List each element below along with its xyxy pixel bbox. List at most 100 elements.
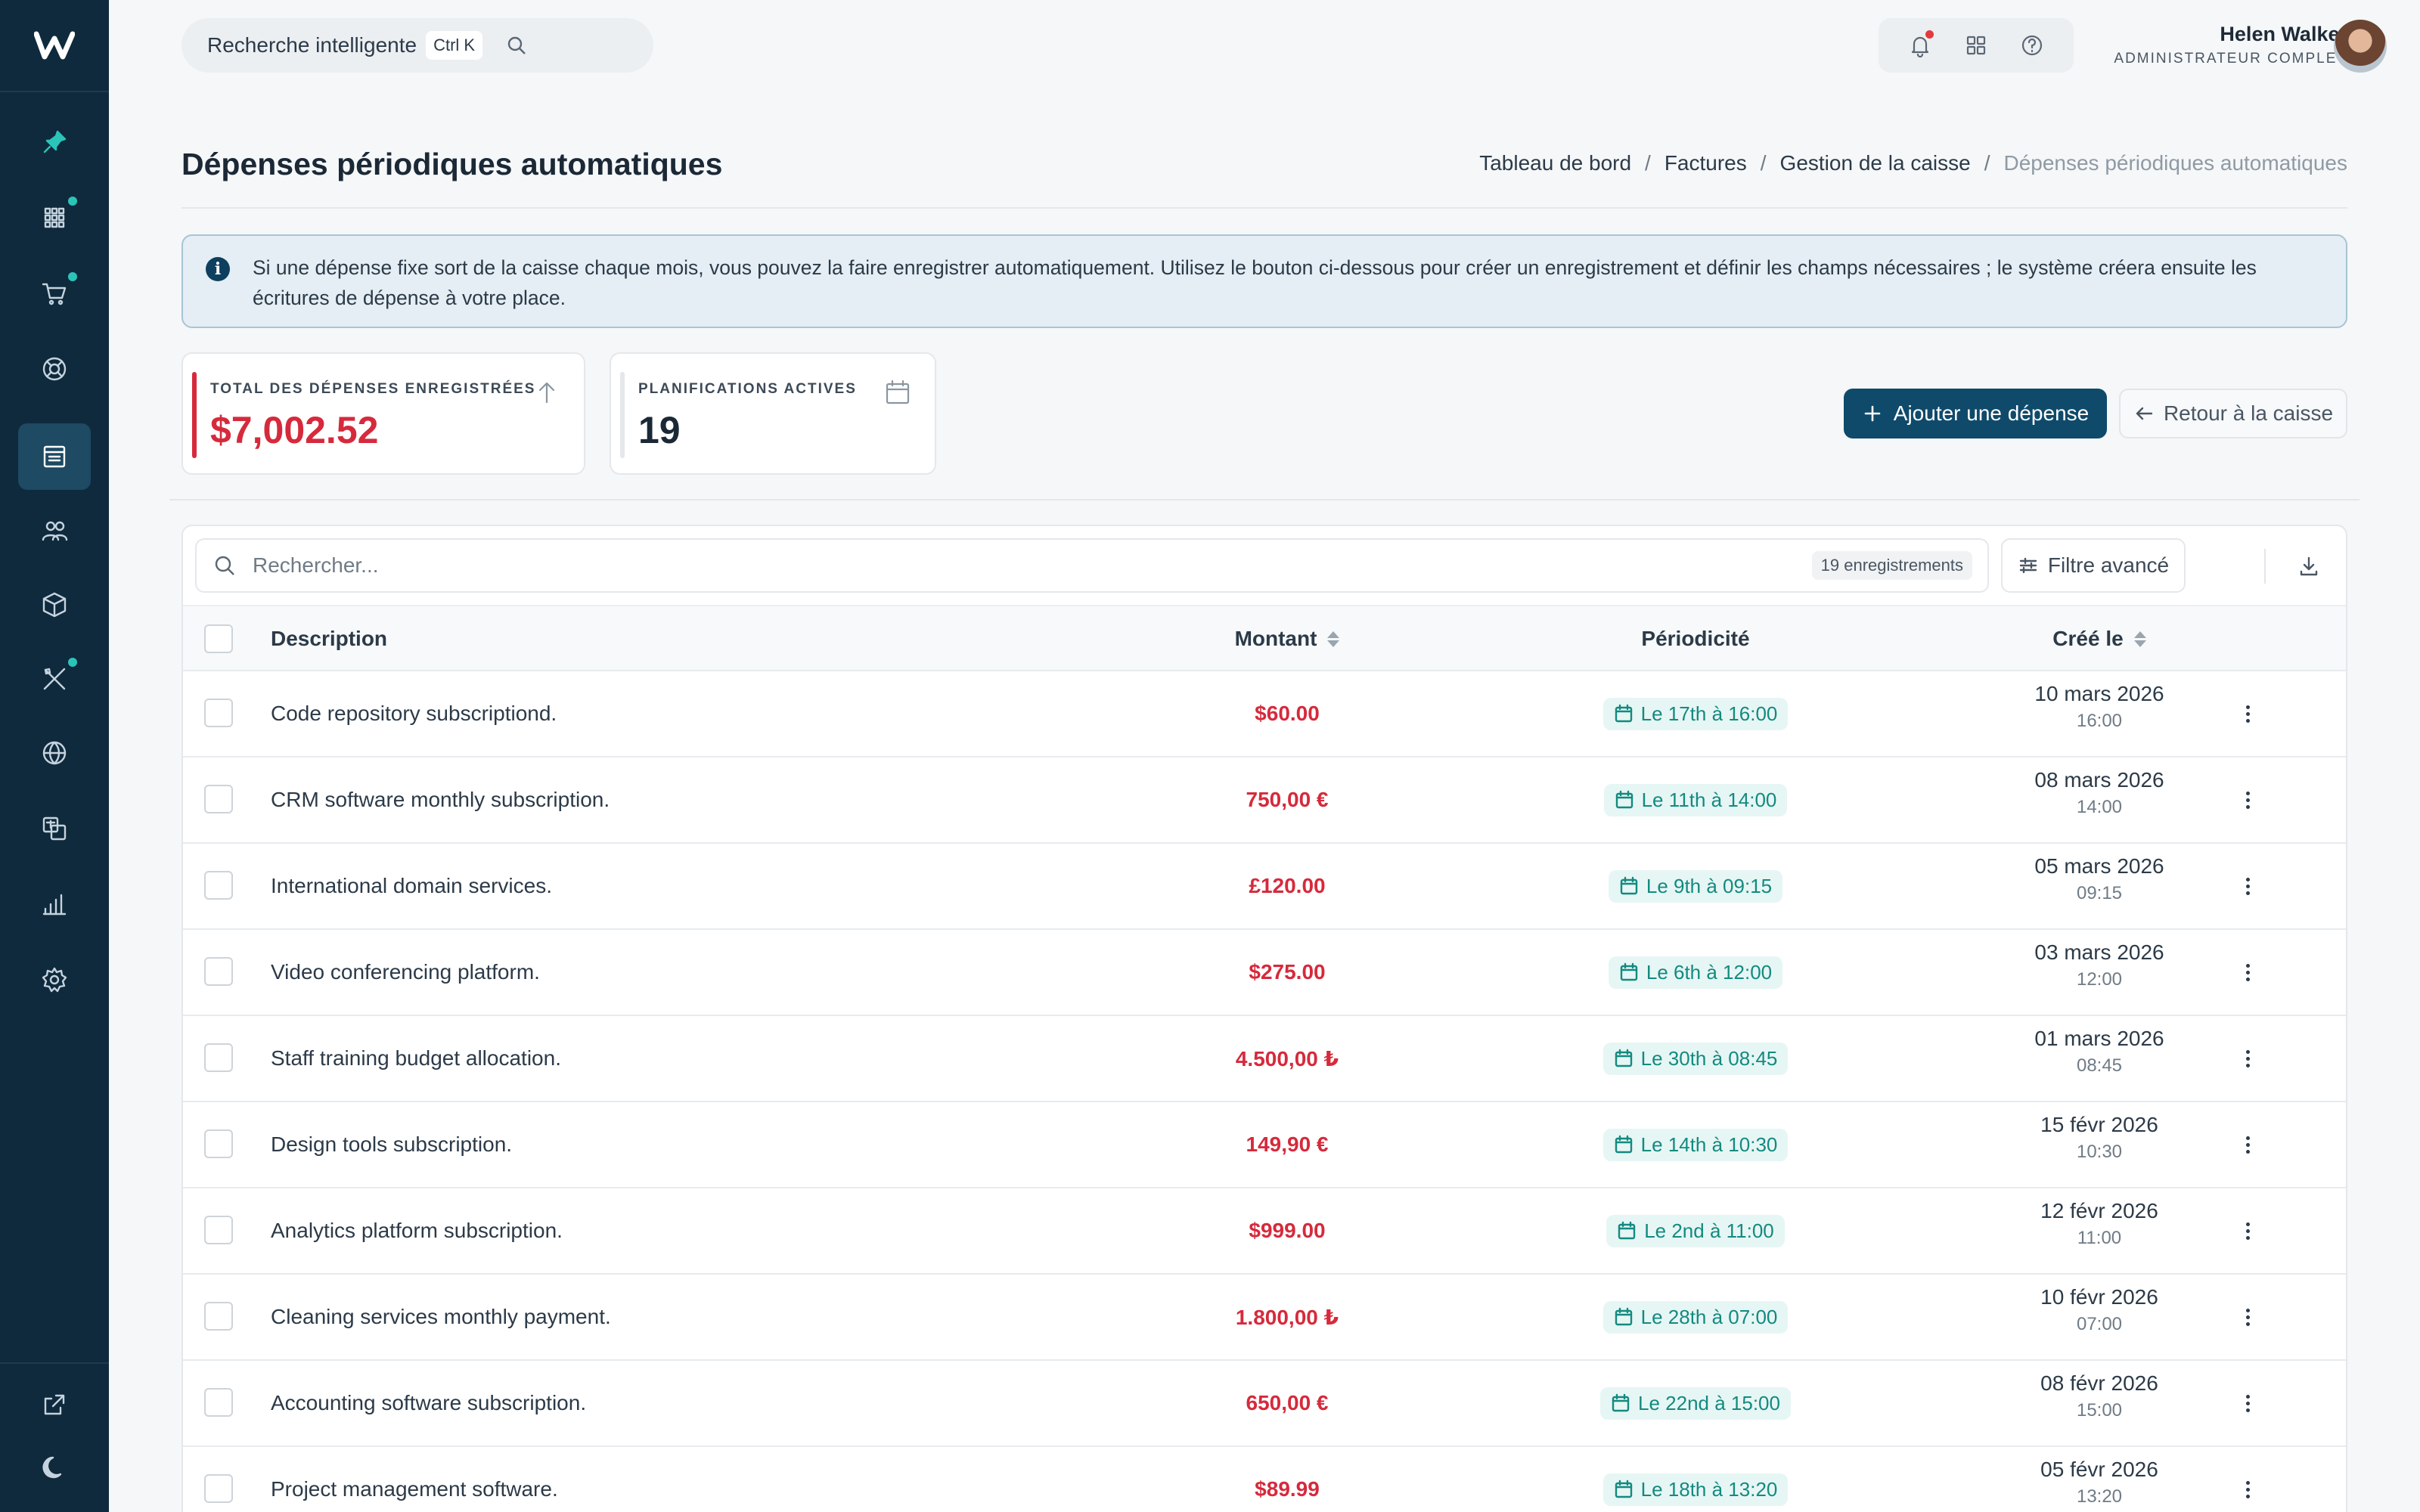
row-checkbox[interactable]	[204, 1388, 233, 1417]
stat-label: TOTAL DES DÉPENSES ENREGISTRÉES	[210, 381, 536, 397]
period-badge-label: Le 18th à 13:20	[1640, 1477, 1778, 1501]
select-all-checkbox[interactable]	[204, 624, 233, 653]
table-row[interactable]: Staff training budget allocation. 4.500,0…	[183, 1015, 2346, 1101]
breadcrumb-invoices[interactable]: Factures	[1665, 151, 1747, 175]
row-actions-menu-button[interactable]	[2231, 956, 2264, 989]
row-created: 01 mars 2026 08:45	[1986, 1027, 2213, 1077]
row-checkbox[interactable]	[204, 1216, 233, 1244]
stat-value: 19	[638, 409, 681, 451]
row-created-time: 09:15	[2076, 883, 2123, 903]
row-actions-menu-button[interactable]	[2231, 697, 2264, 730]
sidebar-item-cashbox[interactable]	[18, 423, 91, 490]
table-row[interactable]: Cleaning services monthly payment. 1.800,…	[183, 1273, 2346, 1359]
sidebar-item-users[interactable]	[18, 497, 91, 564]
table-row[interactable]: CRM software monthly subscription. 750,00…	[183, 756, 2346, 842]
users-icon	[42, 521, 68, 541]
cashbox-icon	[43, 445, 66, 468]
column-period-label: Périodicité	[1641, 627, 1750, 650]
row-created-time: 12:00	[2076, 969, 2123, 990]
table-search-input[interactable]: Rechercher... 19 enregistrements	[195, 538, 1989, 593]
sidebar-item-settings[interactable]	[18, 947, 91, 1013]
column-created[interactable]: Créé le	[1986, 606, 2213, 671]
row-created-date: 15 févr 2026	[2040, 1113, 2158, 1136]
table-row[interactable]: Project management software. $89.99 Le 18t…	[183, 1445, 2346, 1512]
table-row[interactable]: Design tools subscription. 149,90 € Le 14t…	[183, 1101, 2346, 1187]
period-badge: Le 18th à 13:20	[1602, 1473, 1789, 1506]
row-checkbox[interactable]	[204, 871, 233, 900]
sidebar-item-open-external[interactable]	[18, 1371, 91, 1438]
table-row[interactable]: International domain services. £120.00 Le …	[183, 842, 2346, 928]
row-cell-select	[204, 957, 233, 986]
table-row[interactable]: Code repository subscriptiond. $60.00 Le 1…	[183, 670, 2346, 756]
sidebar-item-apps[interactable]	[18, 184, 91, 251]
row-actions-menu-button[interactable]	[2231, 783, 2264, 816]
row-description: Project management software.	[271, 1477, 558, 1501]
row-amount: 1.800,00 ₺	[1235, 1305, 1339, 1329]
row-actions-menu-button[interactable]	[2231, 1473, 2264, 1506]
row-actions-menu-button[interactable]	[2231, 1042, 2264, 1075]
row-amount: $60.00	[1255, 702, 1320, 725]
user-name: Helen Walker	[2220, 23, 2347, 45]
w-logo-icon	[34, 31, 75, 60]
search-icon	[507, 36, 526, 54]
info-alert: i Si une dépense fixe sort de la caisse …	[182, 234, 2347, 328]
row-checkbox[interactable]	[204, 785, 233, 813]
sidebar-item-shop[interactable]	[18, 260, 91, 327]
calendar-icon	[886, 380, 910, 404]
row-actions-menu-button[interactable]	[2231, 869, 2264, 903]
calendar-icon	[1615, 1135, 1632, 1154]
sidebar-item-reports[interactable]	[18, 871, 91, 937]
notifications-button[interactable]	[1905, 30, 1935, 60]
row-actions-menu-button[interactable]	[2231, 1387, 2264, 1420]
sidebar-item-products[interactable]	[18, 572, 91, 638]
sidebar-item-support[interactable]	[18, 336, 91, 402]
row-actions-menu-button[interactable]	[2231, 1128, 2264, 1161]
row-checkbox[interactable]	[204, 1129, 233, 1158]
user-menu[interactable]: Helen Walker ADMINISTRATEUR COMPLET	[2114, 23, 2347, 67]
breadcrumb-cash-management[interactable]: Gestion de la caisse	[1780, 151, 1971, 175]
apps-button[interactable]	[1961, 30, 1991, 60]
period-badge-label: Le 2nd à 11:00	[1644, 1219, 1774, 1242]
row-created-time: 13:20	[2076, 1486, 2123, 1507]
row-checkbox[interactable]	[204, 1474, 233, 1503]
app-logo[interactable]	[0, 0, 109, 92]
table-row[interactable]: Accounting software subscription. 650,00 …	[183, 1359, 2346, 1445]
add-expense-button[interactable]: Ajouter une dépense	[1844, 389, 2107, 438]
period-badge-label: Le 22nd à 15:00	[1638, 1391, 1780, 1414]
row-description: CRM software monthly subscription.	[271, 788, 610, 811]
smart-search[interactable]: Recherche intelligente Ctrl K	[182, 18, 653, 73]
sidebar-item-pinned[interactable]	[18, 109, 91, 175]
row-checkbox[interactable]	[204, 699, 233, 727]
help-icon	[2021, 35, 2043, 56]
sidebar-item-translate[interactable]	[18, 795, 91, 862]
help-button[interactable]	[2017, 30, 2047, 60]
calendar-icon	[1615, 704, 1632, 723]
table-row[interactable]: Analytics platform subscription. $999.00 L…	[183, 1187, 2346, 1273]
stat-active-schedules: PLANIFICATIONS ACTIVES 19	[610, 352, 936, 475]
column-amount[interactable]: Montant	[1151, 606, 1423, 671]
avatar[interactable]	[2334, 20, 2387, 73]
sidebar-item-web[interactable]	[18, 720, 91, 786]
row-period-cell: Le 6th à 12:00	[1514, 930, 1877, 1015]
back-to-cashbox-button[interactable]: Retour à la caisse	[2119, 389, 2347, 438]
advanced-filter-button[interactable]: Filtre avancé	[2001, 538, 2186, 593]
top-bar: Recherche intelligente Ctrl K Helen Walk…	[109, 0, 2420, 92]
grid-icon	[44, 207, 65, 228]
row-period-cell: Le 18th à 13:20	[1514, 1447, 1877, 1512]
row-checkbox[interactable]	[204, 957, 233, 986]
breadcrumb: Tableau de bord / Factures / Gestion de …	[1479, 151, 2347, 175]
row-created: 08 févr 2026 15:00	[1986, 1371, 2213, 1421]
row-checkbox[interactable]	[204, 1043, 233, 1072]
row-checkbox[interactable]	[204, 1302, 233, 1331]
row-actions-menu-button[interactable]	[2231, 1214, 2264, 1247]
row-description: Video conferencing platform.	[271, 960, 540, 984]
row-actions-menu-button[interactable]	[2231, 1300, 2264, 1334]
download-button[interactable]	[2291, 549, 2326, 584]
arrow-up-icon	[538, 382, 555, 404]
notification-dot	[68, 658, 77, 667]
breadcrumb-dashboard[interactable]: Tableau de bord	[1479, 151, 1631, 175]
table-row[interactable]: Video conferencing platform. $275.00 Le 6t…	[183, 928, 2346, 1015]
calendar-icon	[1615, 790, 1633, 809]
theme-toggle[interactable]	[18, 1435, 91, 1501]
sidebar-item-tools[interactable]	[18, 646, 91, 712]
